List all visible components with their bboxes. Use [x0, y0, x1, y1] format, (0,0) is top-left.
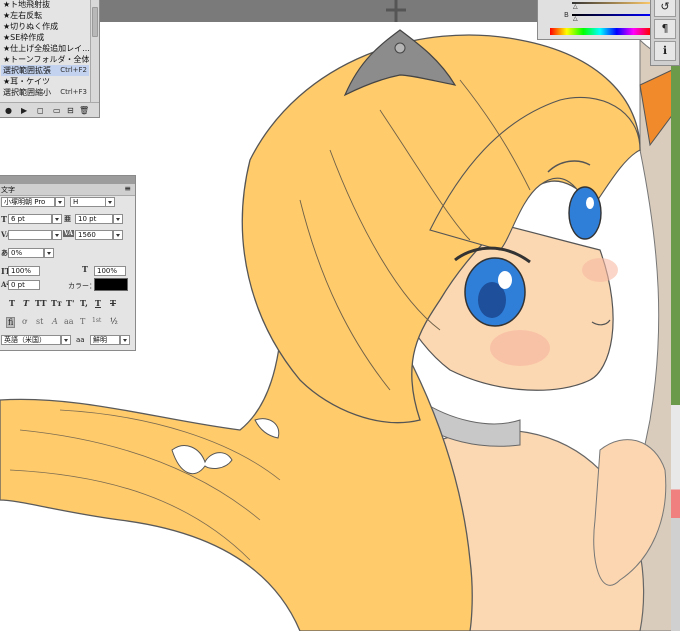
actions-scroll-thumb[interactable] [92, 7, 98, 37]
leading-field[interactable]: 10 pt [75, 214, 113, 224]
chevron-down-icon[interactable] [52, 230, 62, 240]
chevron-down-icon[interactable] [52, 214, 62, 224]
action-shortcut: Ctrl+F2 [60, 66, 87, 74]
right-eye-highlight [586, 197, 594, 209]
new-set-icon[interactable]: ◻ [37, 106, 44, 115]
tracking-icon: VA [63, 230, 74, 237]
paragraph-icon[interactable]: ¶ [654, 19, 676, 39]
slider-handle-icon[interactable]: △ [573, 3, 578, 10]
color-b-label: B [564, 11, 569, 19]
actions-panel: ★ト地飛射抜 ★左右反転 ★切りぬく作成 ★SE枠作成 ★仕上げ全般追加レイ..… [0, 0, 100, 118]
tsume-field[interactable]: 0% [8, 248, 44, 258]
ligature-button[interactable]: fi [6, 317, 16, 328]
faux-italic-button[interactable]: T [23, 298, 29, 308]
history-icon[interactable]: ↺ [654, 0, 676, 17]
panel-tabbar: 文字 ≡ [0, 184, 135, 196]
fractions-button[interactable]: ½ [110, 317, 118, 326]
font-style-select[interactable]: H [70, 197, 106, 207]
left-eye-highlight [498, 271, 512, 289]
swash-button[interactable]: st [36, 317, 43, 326]
text-color-swatch[interactable] [94, 278, 128, 291]
action-item[interactable]: ★耳・ケイツ [1, 76, 89, 87]
strikethrough-button[interactable]: T [110, 298, 116, 308]
action-shortcut: Ctrl+F3 [60, 88, 87, 96]
right-dock: ↺ ¶ ℹ [650, 0, 680, 66]
blush-cheek-right [582, 258, 618, 282]
new-action-icon[interactable]: ▭ [53, 106, 61, 115]
trash-icon[interactable]: 🗑 [79, 106, 89, 115]
info-icon[interactable]: ℹ [654, 41, 676, 61]
kerning-field[interactable] [8, 230, 52, 240]
slider-handle-icon[interactable]: △ [573, 15, 578, 22]
antialias-select[interactable]: 鮮明 [90, 335, 120, 345]
ordinals-button[interactable]: 1st [92, 317, 101, 324]
stop-icon[interactable]: ⊟ [67, 106, 74, 115]
blush-cheek [490, 330, 550, 366]
baseline-shift-field[interactable]: 0 pt [8, 280, 40, 290]
action-item[interactable]: ★左右反転 [1, 10, 89, 21]
color-swatch-strip[interactable] [671, 66, 680, 631]
stylistic-button[interactable]: A [52, 317, 58, 326]
action-item[interactable]: ★ト地飛射抜 [1, 0, 89, 10]
play-icon[interactable]: ▶ [21, 106, 27, 115]
font-size-field[interactable]: 6 pt [8, 214, 52, 224]
horizontal-scale-icon: T [82, 264, 88, 274]
tab-character[interactable]: 文字 [1, 185, 15, 195]
right-eye [568, 186, 602, 240]
actions-footer: ● ▶ ◻ ▭ ⊟ 🗑 [0, 102, 99, 117]
underline-button[interactable]: T [95, 298, 101, 308]
language-select[interactable]: 英語（米国） [1, 335, 61, 345]
action-item[interactable]: ★SE枠作成 [1, 32, 89, 43]
chevron-down-icon[interactable] [113, 230, 123, 240]
actions-scrollbar[interactable] [90, 0, 99, 103]
antialias-icon: aa [76, 336, 85, 344]
chevron-down-icon[interactable] [120, 335, 130, 345]
superscript-button[interactable]: T' [66, 298, 74, 308]
leading-icon: 亜 [64, 214, 71, 223]
chevron-down-icon[interactable] [113, 214, 123, 224]
vertical-scale-field[interactable]: 100% [8, 266, 40, 276]
ornaments-button[interactable]: T [80, 317, 85, 326]
action-item[interactable]: 選択範囲縮小 Ctrl+F3 [1, 87, 89, 98]
horizontal-scale-field[interactable]: 100% [94, 266, 126, 276]
discretionary-ligature-button[interactable]: ơ [22, 317, 27, 326]
action-item[interactable]: ★切りぬく作成 [1, 21, 89, 32]
color-slider-b[interactable] [572, 14, 652, 16]
tsume-icon: あ [1, 248, 8, 257]
faux-bold-button[interactable]: T [9, 298, 15, 308]
canvas-top-strip [100, 0, 537, 22]
tracking-field[interactable]: 1560 [75, 230, 113, 240]
action-item[interactable]: ★仕上げ全般追加レイ... [1, 43, 89, 54]
font-family-select[interactable]: 小塚明朝 Pro [1, 197, 55, 207]
action-item-selected[interactable]: 選択範囲拡張 Ctrl+F2 [1, 65, 89, 76]
panel-titlebar[interactable] [0, 176, 135, 184]
chevron-down-icon[interactable] [55, 197, 65, 207]
color-slider-g[interactable] [572, 2, 652, 4]
subscript-button[interactable]: T, [80, 298, 88, 308]
color-label: カラー： [68, 282, 96, 290]
font-size-icon: T [1, 214, 7, 224]
tiara-gem [394, 42, 406, 54]
action-item[interactable]: ★トーンフォルダ・全体sh... [1, 54, 89, 65]
color-spectrum-ramp[interactable] [550, 28, 650, 35]
chevron-down-icon[interactable] [61, 335, 71, 345]
chevron-down-icon[interactable] [44, 248, 54, 258]
all-caps-button[interactable]: TT [35, 298, 47, 308]
chevron-down-icon[interactable] [105, 197, 115, 207]
record-icon[interactable]: ● [5, 106, 12, 115]
titling-button[interactable]: aa [64, 317, 74, 326]
small-caps-button[interactable]: Tт [51, 298, 62, 308]
color-panel: △ B △ [537, 0, 655, 40]
panel-menu-icon[interactable]: ≡ [124, 184, 131, 193]
